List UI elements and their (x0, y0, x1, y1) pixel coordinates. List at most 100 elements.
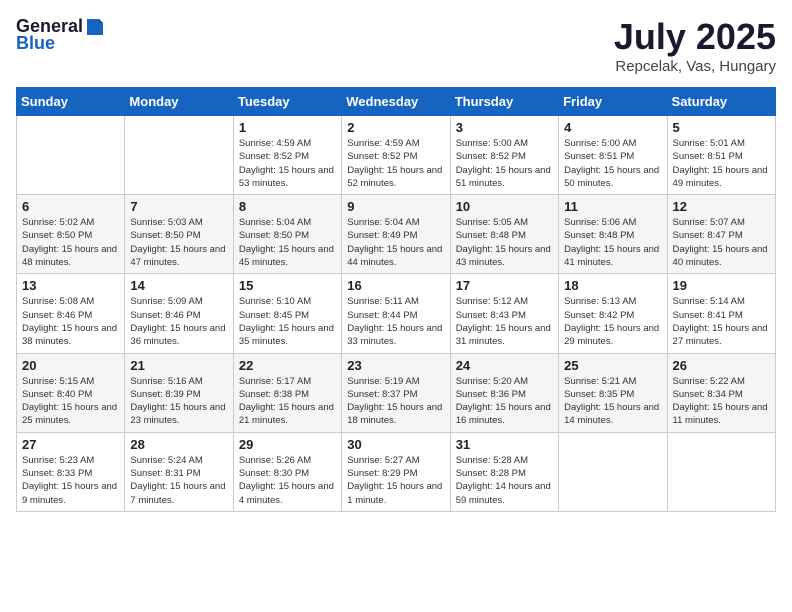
day-number: 15 (239, 278, 336, 293)
day-number: 9 (347, 199, 444, 214)
logo: General Blue (16, 16, 107, 54)
calendar-cell: 28Sunrise: 5:24 AMSunset: 8:31 PMDayligh… (125, 432, 233, 511)
day-info: Sunrise: 5:26 AMSunset: 8:30 PMDaylight:… (239, 454, 336, 507)
day-number: 17 (456, 278, 553, 293)
calendar-cell: 12 Sunrise: 5:07 AMSunset: 8:47 PMDayligh… (667, 195, 775, 274)
weekday-header: Friday (559, 88, 667, 116)
day-number: 3 (456, 120, 553, 135)
day-info: Sunrise: 5:21 AMSunset: 8:35 PMDaylight:… (564, 375, 661, 428)
day-number: 5 (673, 120, 770, 135)
title-area: July 2025 Repcelak, Vas, Hungary (614, 16, 776, 75)
day-info: Sunrise: 5:08 AMSunset: 8:46 PMDaylight:… (22, 295, 119, 348)
calendar-cell: 24Sunrise: 5:20 AMSunset: 8:36 PMDayligh… (450, 353, 558, 432)
page-header: General Blue July 2025 Repcelak, Vas, Hu… (16, 16, 776, 75)
day-number: 1 (239, 120, 336, 135)
day-info: Sunrise: 5:04 AMSunset: 8:50 PMDaylight:… (239, 216, 336, 269)
day-info: Sunrise: 5:00 AMSunset: 8:52 PMDaylight:… (456, 137, 553, 190)
calendar-table: SundayMondayTuesdayWednesdayThursdayFrid… (16, 87, 776, 512)
calendar-cell: 10Sunrise: 5:05 AMSunset: 8:48 PMDayligh… (450, 195, 558, 274)
calendar-cell: 30 Sunrise: 5:27 AMSunset: 8:29 PMDayligh… (342, 432, 450, 511)
calendar-cell: 4 Sunrise: 5:00 AMSunset: 8:51 PMDaylight… (559, 116, 667, 195)
day-number: 11 (564, 199, 661, 214)
day-info: Sunrise: 5:17 AMSunset: 8:38 PMDaylight:… (239, 375, 336, 428)
day-number: 16 (347, 278, 444, 293)
day-info: Sunrise: 5:19 AMSunset: 8:37 PMDaylight:… (347, 375, 444, 428)
day-info: Sunrise: 5:15 AMSunset: 8:40 PMDaylight:… (22, 375, 119, 428)
day-info: Sunrise: 5:06 AMSunset: 8:48 PMDaylight:… (564, 216, 661, 269)
calendar-cell: 22 Sunrise: 5:17 AMSunset: 8:38 PMDayligh… (233, 353, 341, 432)
calendar-cell (559, 432, 667, 511)
calendar-week-row: 20 Sunrise: 5:15 AMSunset: 8:40 PMDayligh… (17, 353, 776, 432)
calendar-week-row: 1 Sunrise: 4:59 AMSunset: 8:52 PMDaylight… (17, 116, 776, 195)
calendar-cell: 15Sunrise: 5:10 AMSunset: 8:45 PMDayligh… (233, 274, 341, 353)
calendar-cell: 8Sunrise: 5:04 AMSunset: 8:50 PMDaylight… (233, 195, 341, 274)
calendar-cell: 1 Sunrise: 4:59 AMSunset: 8:52 PMDaylight… (233, 116, 341, 195)
day-info: Sunrise: 5:22 AMSunset: 8:34 PMDaylight:… (673, 375, 770, 428)
day-number: 12 (673, 199, 770, 214)
day-number: 21 (130, 358, 227, 373)
calendar-cell: 23 Sunrise: 5:19 AMSunset: 8:37 PMDayligh… (342, 353, 450, 432)
day-info: Sunrise: 5:04 AMSunset: 8:49 PMDaylight:… (347, 216, 444, 269)
calendar-cell: 17 Sunrise: 5:12 AMSunset: 8:43 PMDayligh… (450, 274, 558, 353)
calendar-cell: 9 Sunrise: 5:04 AMSunset: 8:49 PMDaylight… (342, 195, 450, 274)
calendar-cell: 16Sunrise: 5:11 AMSunset: 8:44 PMDayligh… (342, 274, 450, 353)
weekday-header: Wednesday (342, 88, 450, 116)
location-title: Repcelak, Vas, Hungary (614, 58, 776, 75)
day-number: 7 (130, 199, 227, 214)
day-info: Sunrise: 5:00 AMSunset: 8:51 PMDaylight:… (564, 137, 661, 190)
day-info: Sunrise: 4:59 AMSunset: 8:52 PMDaylight:… (347, 137, 444, 190)
calendar-cell: 3 Sunrise: 5:00 AMSunset: 8:52 PMDaylight… (450, 116, 558, 195)
day-number: 31 (456, 437, 553, 452)
day-info: Sunrise: 5:09 AMSunset: 8:46 PMDaylight:… (130, 295, 227, 348)
day-number: 6 (22, 199, 119, 214)
weekday-header: Thursday (450, 88, 558, 116)
calendar-week-row: 6 Sunrise: 5:02 AMSunset: 8:50 PMDaylight… (17, 195, 776, 274)
calendar-cell: 31 Sunrise: 5:28 AMSunset: 8:28 PMDayligh… (450, 432, 558, 511)
day-info: Sunrise: 5:01 AMSunset: 8:51 PMDaylight:… (673, 137, 770, 190)
calendar-cell (667, 432, 775, 511)
calendar-cell: 26Sunrise: 5:22 AMSunset: 8:34 PMDayligh… (667, 353, 775, 432)
day-info: Sunrise: 5:13 AMSunset: 8:42 PMDaylight:… (564, 295, 661, 348)
calendar-cell: 6 Sunrise: 5:02 AMSunset: 8:50 PMDaylight… (17, 195, 125, 274)
day-info: Sunrise: 4:59 AMSunset: 8:52 PMDaylight:… (239, 137, 336, 190)
month-title: July 2025 (614, 16, 776, 58)
weekday-header: Saturday (667, 88, 775, 116)
day-info: Sunrise: 5:02 AMSunset: 8:50 PMDaylight:… (22, 216, 119, 269)
day-number: 13 (22, 278, 119, 293)
calendar-week-row: 27Sunrise: 5:23 AMSunset: 8:33 PMDayligh… (17, 432, 776, 511)
day-info: Sunrise: 5:24 AMSunset: 8:31 PMDaylight:… (130, 454, 227, 507)
day-number: 2 (347, 120, 444, 135)
calendar-cell: 27Sunrise: 5:23 AMSunset: 8:33 PMDayligh… (17, 432, 125, 511)
day-number: 30 (347, 437, 444, 452)
calendar-cell (17, 116, 125, 195)
day-info: Sunrise: 5:14 AMSunset: 8:41 PMDaylight:… (673, 295, 770, 348)
day-info: Sunrise: 5:12 AMSunset: 8:43 PMDaylight:… (456, 295, 553, 348)
day-number: 23 (347, 358, 444, 373)
day-number: 29 (239, 437, 336, 452)
calendar-cell: 21 Sunrise: 5:16 AMSunset: 8:39 PMDayligh… (125, 353, 233, 432)
day-info: Sunrise: 5:27 AMSunset: 8:29 PMDaylight:… (347, 454, 444, 507)
day-info: Sunrise: 5:23 AMSunset: 8:33 PMDaylight:… (22, 454, 119, 507)
calendar-week-row: 13 Sunrise: 5:08 AMSunset: 8:46 PMDayligh… (17, 274, 776, 353)
calendar-cell: 14 Sunrise: 5:09 AMSunset: 8:46 PMDayligh… (125, 274, 233, 353)
calendar-cell: 29 Sunrise: 5:26 AMSunset: 8:30 PMDayligh… (233, 432, 341, 511)
day-info: Sunrise: 5:16 AMSunset: 8:39 PMDaylight:… (130, 375, 227, 428)
day-number: 18 (564, 278, 661, 293)
day-number: 4 (564, 120, 661, 135)
calendar-cell: 2 Sunrise: 4:59 AMSunset: 8:52 PMDaylight… (342, 116, 450, 195)
day-info: Sunrise: 5:03 AMSunset: 8:50 PMDaylight:… (130, 216, 227, 269)
day-number: 10 (456, 199, 553, 214)
day-number: 20 (22, 358, 119, 373)
calendar-cell: 19 Sunrise: 5:14 AMSunset: 8:41 PMDayligh… (667, 274, 775, 353)
weekday-header: Monday (125, 88, 233, 116)
day-number: 14 (130, 278, 227, 293)
day-number: 24 (456, 358, 553, 373)
day-number: 22 (239, 358, 336, 373)
day-info: Sunrise: 5:07 AMSunset: 8:47 PMDaylight:… (673, 216, 770, 269)
day-info: Sunrise: 5:28 AMSunset: 8:28 PMDaylight:… (456, 454, 553, 507)
weekday-header: Sunday (17, 88, 125, 116)
calendar-cell: 25Sunrise: 5:21 AMSunset: 8:35 PMDayligh… (559, 353, 667, 432)
logo-blue-text: Blue (16, 33, 55, 54)
calendar-cell: 5 Sunrise: 5:01 AMSunset: 8:51 PMDaylight… (667, 116, 775, 195)
day-number: 19 (673, 278, 770, 293)
